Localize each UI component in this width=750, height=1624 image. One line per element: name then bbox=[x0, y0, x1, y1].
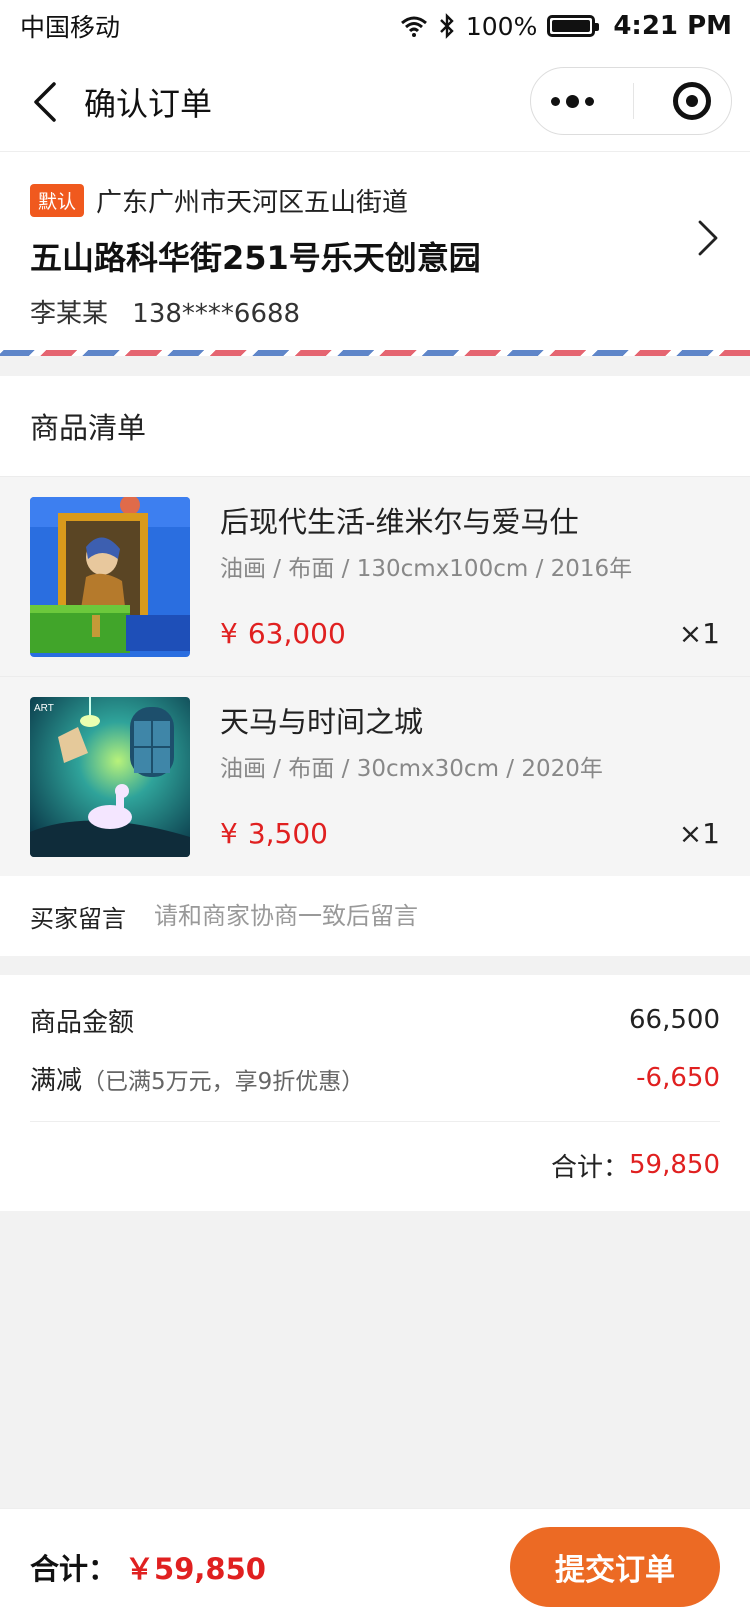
submit-order-button[interactable]: 提交订单 bbox=[510, 1526, 720, 1607]
buyer-message-label: 买家留言 bbox=[30, 904, 126, 933]
goods-quantity: ×1 bbox=[678, 817, 720, 850]
bottom-bar: 合计： ￥59,850 提交订单 bbox=[0, 1508, 750, 1624]
airmail-divider bbox=[0, 350, 750, 356]
chevron-left-icon bbox=[34, 81, 56, 122]
amount-summary: 商品金额 66,500 满减（已满5万元，享9折优惠） -6,650 合计： 5… bbox=[0, 975, 750, 1211]
clock: 4:21 PM bbox=[613, 11, 732, 41]
battery-icon bbox=[547, 15, 600, 37]
close-target-icon[interactable] bbox=[673, 82, 712, 120]
contact-name: 李某某 bbox=[30, 299, 109, 329]
status-bar: 中国移动 100% 4:21 PM bbox=[0, 0, 750, 52]
miniprogram-capsule bbox=[530, 67, 732, 135]
goods-header: 商品清单 bbox=[30, 411, 147, 445]
buyer-message-row: 买家留言 bbox=[0, 876, 750, 956]
address-card[interactable]: 默认 广东广州市天河区五山街道 五山路科华街251号乐天创意园 李某某 138*… bbox=[0, 152, 750, 350]
discount-value: -6,650 bbox=[636, 1063, 720, 1093]
discount-note: （已满5万元，享9折优惠） bbox=[82, 1068, 365, 1095]
price-value: 3,500 bbox=[247, 817, 328, 850]
battery-percent: 100% bbox=[465, 11, 538, 41]
subtotal-value: 59,850 bbox=[629, 1150, 720, 1180]
goods-price: ¥3,500 bbox=[220, 817, 328, 850]
subtotal-label: 合计： bbox=[551, 1152, 630, 1183]
address-region: 广东广州市天河区五山街道 bbox=[96, 188, 409, 218]
goods-section: 商品清单 后现代生活-维米尔与爱马仕 油画 / 布面 / 130cmx100cm… bbox=[0, 376, 750, 956]
bluetooth-icon bbox=[440, 13, 454, 39]
address-region-row: 默认 广东广州市天河区五山街道 bbox=[30, 182, 720, 219]
discount-label-group: 满减（已满5万元，享9折优惠） bbox=[30, 1060, 364, 1097]
subtotal-row: 合计： 59,850 bbox=[30, 1122, 720, 1208]
bottom-total: 合计： ￥59,850 bbox=[30, 1546, 510, 1588]
back-button[interactable] bbox=[0, 52, 72, 152]
goods-spec: 油画 / 布面 / 130cmx100cm / 2016年 bbox=[220, 556, 633, 582]
price-value: 63,000 bbox=[247, 617, 346, 650]
artwork-thumbnail: ART bbox=[30, 697, 190, 857]
contact-row: 李某某 138****6688 bbox=[30, 293, 720, 330]
nav-bar: 确认订单 bbox=[0, 52, 750, 152]
discount-row: 满减（已满5万元，享9折优惠） -6,650 bbox=[30, 1049, 720, 1107]
address-detail: 五山路科华街251号乐天创意园 bbox=[30, 239, 481, 277]
goods-quantity: ×1 bbox=[678, 617, 720, 650]
contact-phone: 138****6688 bbox=[132, 299, 301, 329]
goods-title: 天马与时间之城 bbox=[220, 705, 424, 739]
goods-spec: 油画 / 布面 / 30cmx30cm / 2020年 bbox=[220, 756, 603, 782]
wifi-icon bbox=[400, 16, 427, 37]
goods-amount-label: 商品金额 bbox=[30, 1007, 135, 1038]
goods-amount-row: 商品金额 66,500 bbox=[30, 991, 720, 1049]
more-icon[interactable] bbox=[550, 94, 594, 108]
artwork-thumbnail bbox=[30, 497, 190, 657]
chevron-right-icon bbox=[698, 220, 718, 256]
bottom-total-value: ￥59,850 bbox=[125, 1551, 266, 1586]
bottom-total-label: 合计： bbox=[30, 1551, 118, 1586]
list-item[interactable]: ART 天马与时间之城 油画 / 布面 / 30cmx30cm / 2020年 … bbox=[0, 676, 750, 876]
buyer-message-input[interactable] bbox=[154, 902, 674, 930]
default-badge: 默认 bbox=[30, 184, 85, 217]
list-item[interactable]: 后现代生活-维米尔与爱马仕 油画 / 布面 / 130cmx100cm / 20… bbox=[0, 476, 750, 676]
goods-amount-value: 66,500 bbox=[629, 1005, 720, 1035]
discount-label: 满减 bbox=[30, 1065, 83, 1096]
goods-title: 后现代生活-维米尔与爱马仕 bbox=[220, 505, 579, 539]
svg-text:ART: ART bbox=[34, 703, 54, 714]
status-indicators: 100% 4:21 PM bbox=[400, 11, 732, 41]
currency-symbol: ¥ bbox=[220, 817, 238, 850]
carrier-label: 中国移动 bbox=[20, 13, 121, 42]
goods-price: ¥63,000 bbox=[220, 617, 346, 650]
currency-symbol: ¥ bbox=[220, 617, 238, 650]
